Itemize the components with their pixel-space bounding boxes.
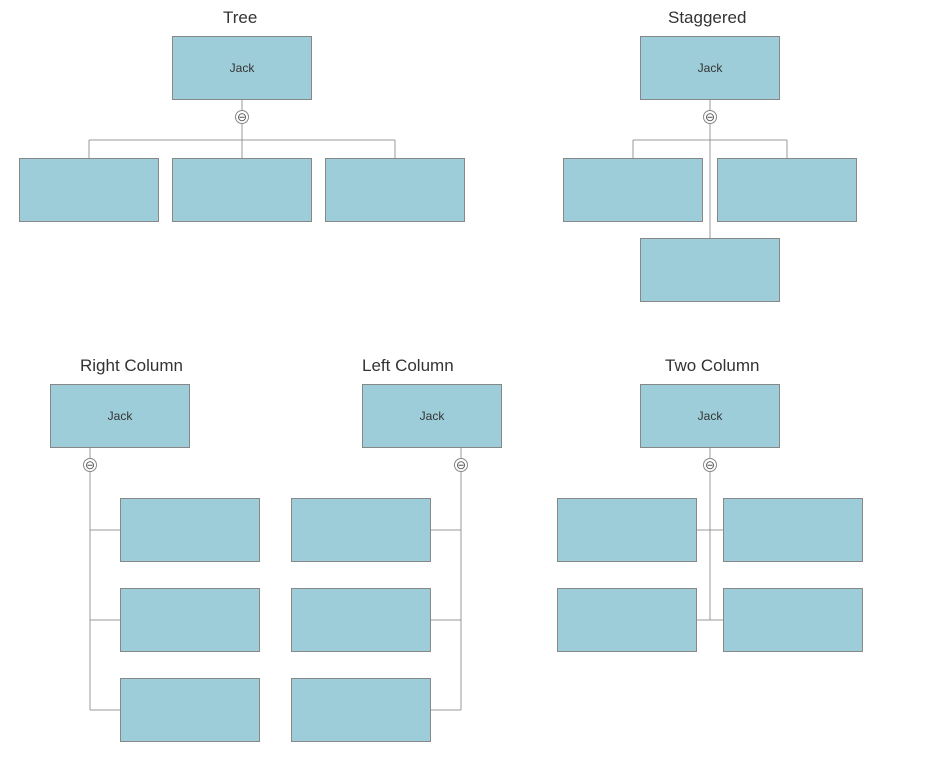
staggered-root-label: Jack [698,61,723,75]
tree-child-node[interactable] [19,158,159,222]
left-column-collapse-toggle[interactable]: ⊖ [454,458,468,472]
staggered-child-node[interactable] [717,158,857,222]
two-column-root-node[interactable]: Jack [640,384,780,448]
left-column-child-node[interactable] [291,498,431,562]
left-column-child-node[interactable] [291,678,431,742]
two-column-root-label: Jack [698,409,723,423]
left-column-root-label: Jack [420,409,445,423]
staggered-root-node[interactable]: Jack [640,36,780,100]
title-tree: Tree [223,8,257,28]
right-column-child-node[interactable] [120,678,260,742]
staggered-child-node[interactable] [563,158,703,222]
title-left-column: Left Column [362,356,454,376]
left-column-root-node[interactable]: Jack [362,384,502,448]
title-right-column: Right Column [80,356,183,376]
right-column-root-label: Jack [108,409,133,423]
two-column-child-node[interactable] [723,588,863,652]
staggered-collapse-toggle[interactable]: ⊖ [703,110,717,124]
tree-root-node[interactable]: Jack [172,36,312,100]
tree-child-node[interactable] [325,158,465,222]
right-column-child-node[interactable] [120,498,260,562]
title-two-column: Two Column [665,356,759,376]
two-column-child-node[interactable] [557,588,697,652]
tree-child-node[interactable] [172,158,312,222]
right-column-collapse-toggle[interactable]: ⊖ [83,458,97,472]
title-staggered: Staggered [668,8,746,28]
tree-collapse-toggle[interactable]: ⊖ [235,110,249,124]
two-column-collapse-toggle[interactable]: ⊖ [703,458,717,472]
left-column-child-node[interactable] [291,588,431,652]
two-column-child-node[interactable] [557,498,697,562]
tree-root-label: Jack [230,61,255,75]
two-column-child-node[interactable] [723,498,863,562]
staggered-child-node[interactable] [640,238,780,302]
right-column-root-node[interactable]: Jack [50,384,190,448]
right-column-child-node[interactable] [120,588,260,652]
